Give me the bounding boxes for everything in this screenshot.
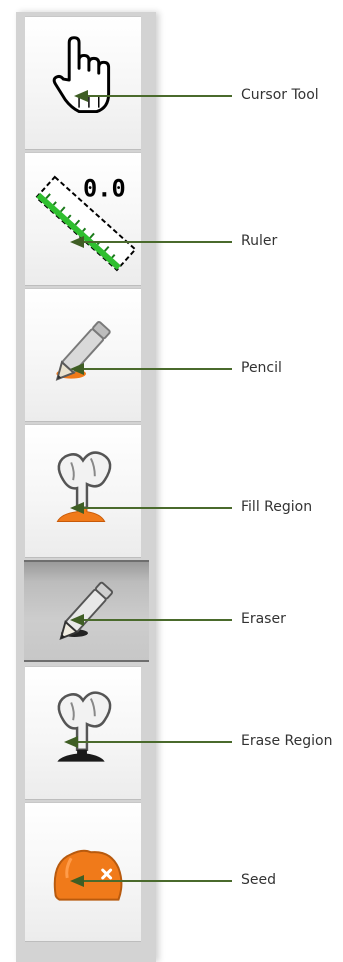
label-seed: Seed xyxy=(241,872,276,888)
callout-arrow-seed xyxy=(70,875,84,887)
callout-arrow-eraser xyxy=(70,614,84,626)
label-eraser: Eraser xyxy=(241,611,286,627)
label-ruler: Ruler xyxy=(241,233,278,249)
callout-line-eraser xyxy=(76,619,232,621)
fill-region-icon xyxy=(56,451,112,523)
callout-arrow-ruler xyxy=(70,236,84,248)
label-fill-region: Fill Region xyxy=(241,499,313,515)
ruler-readout: 0.0 xyxy=(83,174,126,202)
seed-tool-button[interactable] xyxy=(25,802,141,942)
tool-palette: 0.0 xyxy=(16,12,156,962)
pencil-icon xyxy=(55,321,111,381)
callout-arrow-fill-region xyxy=(70,502,84,514)
callout-arrow-erase-region xyxy=(64,736,78,748)
eraser-tool-button[interactable] xyxy=(24,560,149,662)
label-erase-region: Erase Region xyxy=(241,733,333,749)
erase-region-icon xyxy=(57,691,112,762)
hand-cursor-icon xyxy=(52,36,111,114)
callout-line-cursor-tool xyxy=(80,95,232,97)
fill-region-tool-button[interactable] xyxy=(25,424,141,558)
callout-line-ruler xyxy=(76,241,232,243)
seed-icon xyxy=(53,849,123,901)
callout-line-seed xyxy=(76,880,232,882)
callout-line-fill-region xyxy=(76,507,232,509)
label-pencil: Pencil xyxy=(241,360,282,376)
callout-arrow-cursor-tool xyxy=(74,90,88,102)
ruler-icon: 0.0 xyxy=(34,174,137,272)
callout-arrow-pencil xyxy=(70,363,84,375)
label-cursor-tool: Cursor Tool xyxy=(241,87,319,103)
ruler-tool-button[interactable]: 0.0 xyxy=(25,152,141,286)
erase-region-tool-button[interactable] xyxy=(25,666,141,800)
callout-line-pencil xyxy=(76,368,232,370)
eraser-icon xyxy=(59,581,114,641)
callout-line-erase-region xyxy=(70,741,232,743)
annotated-toolbar: 0.0 Cursor Tool Ruler Pencil Fill Region… xyxy=(0,0,343,962)
pencil-tool-button[interactable] xyxy=(25,288,141,422)
cursor-tool-button[interactable] xyxy=(25,16,141,150)
